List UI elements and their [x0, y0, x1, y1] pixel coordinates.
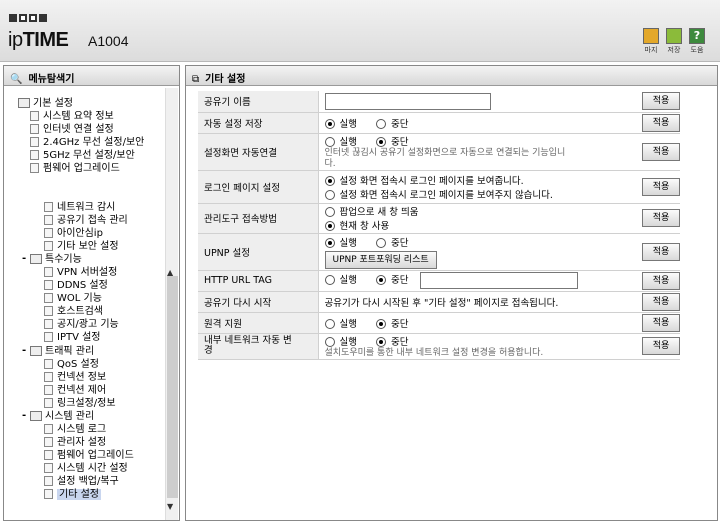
row-internal-network-auto: 내부 네트워크 자동 변 경 실행 중단 설치도우미를 통한 내부 네트워크 설… — [198, 333, 680, 360]
internal-auto-run-radio[interactable]: 실행 — [324, 334, 357, 348]
url-tag-run-radio[interactable]: 실행 — [324, 272, 357, 286]
menu-access-manage[interactable]: 공유기 접속 관리 — [44, 215, 128, 227]
row-upnp: UPNP 설정 실행 중단 UPNP 포트포워딩 리스트 적용 — [198, 233, 680, 271]
auto-save-run-radio[interactable]: 실행 — [324, 116, 357, 130]
settings-table: 공유기 이름 적용 자동 설정 저장 실행 중단 적용 설정화면 자동연결 실행… — [198, 91, 680, 360]
settings-header: ⧉ 기타 설정 — [186, 66, 717, 86]
save-button[interactable]: 저장 — [663, 28, 685, 55]
apply-button-restart[interactable]: 적용 — [642, 292, 680, 311]
save-icon — [666, 28, 682, 44]
menu-network-watch[interactable]: 네트워크 감시 — [44, 202, 115, 214]
collapse-system-icon[interactable]: - — [22, 410, 26, 421]
menu-notice-ad[interactable]: 공지/광고 기능 — [44, 319, 119, 331]
login-page-show-radio[interactable]: 설정 화면 접속시 로그인 페이지를 보여줍니다. — [324, 173, 635, 187]
menu-basic-settings[interactable]: 기본 설정 — [18, 98, 73, 110]
upnp-run-radio[interactable]: 실행 — [324, 235, 357, 249]
row-remote-support: 원격 지원 실행 중단 적용 — [198, 312, 680, 334]
apply-button-admin-access[interactable]: 적용 — [642, 209, 680, 227]
row-router-name: 공유기 이름 적용 — [198, 91, 680, 113]
apply-button-auto-connect[interactable]: 적용 — [642, 142, 680, 161]
menu-explorer-panel: 🔍 메뉴탐색기 기본 설정 시스템 요약 정보 인터넷 연결 설정 2.4GHz … — [3, 65, 180, 521]
menu-wireless-24[interactable]: 2.4GHz 무선 설정/보안 — [30, 137, 144, 149]
menu-system-group[interactable]: 시스템 관리 — [30, 411, 94, 423]
menu-link-setup[interactable]: 링크설정/정보 — [44, 398, 116, 410]
menu-wireless-5[interactable]: 5GHz 무선 설정/보안 — [30, 150, 135, 162]
menu-etc-security[interactable]: 기타 보안 설정 — [44, 241, 119, 253]
top-header: ipTIME A1004 마지 저장 ? 도움 — [0, 0, 720, 62]
logout-icon — [643, 28, 659, 44]
apply-button-router-name[interactable]: 적용 — [642, 92, 680, 111]
settings-panel: ⧉ 기타 설정 공유기 이름 적용 자동 설정 저장 실행 중단 적용 설정화면 … — [185, 65, 718, 521]
window-icon: ⧉ — [192, 73, 200, 85]
url-tag-input[interactable] — [419, 272, 578, 289]
row-auto-save: 자동 설정 저장 실행 중단 적용 — [198, 112, 680, 134]
menu-wol[interactable]: WOL 기능 — [44, 293, 102, 305]
row-login-page: 로그인 페이지 설정 설정 화면 접속시 로그인 페이지를 보여줍니다. 설정 … — [198, 170, 680, 204]
row-auto-connect: 설정화면 자동연결 실행 중단 인터넷 끊김시 공유기 설정화면으로 자동으로 … — [198, 133, 680, 171]
menu-connection-info[interactable]: 컨넥션 정보 — [44, 372, 106, 384]
menu-iptv[interactable]: IPTV 설정 — [44, 332, 101, 344]
scroll-down-icon[interactable]: ▼ — [167, 502, 173, 511]
window-squares-icon — [9, 14, 47, 22]
remote-support-stop-radio[interactable]: 중단 — [376, 316, 409, 330]
auto-connect-stop-radio[interactable]: 중단 — [376, 134, 409, 148]
help-button[interactable]: ? 도움 — [686, 28, 708, 55]
row-admin-access: 관리도구 접속방법 팝업으로 새 창 띄움 현재 창 사용 적용 — [198, 203, 680, 234]
menu-explorer-header: 🔍 메뉴탐색기 — [4, 66, 179, 86]
apply-button-remote-support[interactable]: 적용 — [642, 313, 680, 332]
menu-backup-restore[interactable]: 설정 백업/복구 — [44, 476, 119, 488]
restart-description: 공유기가 다시 시작된 후 "기타 설정" 페이지로 접속됩니다. — [318, 291, 634, 313]
model-name: A1004 — [88, 33, 129, 49]
apply-button-login-page[interactable]: 적용 — [642, 177, 680, 196]
row-http-url-tag: HTTP URL TAG 실행 중단 적용 — [198, 270, 680, 292]
menu-admin-setup[interactable]: 관리자 설정 — [44, 437, 106, 449]
menu-firmware-upgrade[interactable]: 펌웨어 업그레이드 — [44, 450, 134, 462]
remote-support-run-radio[interactable]: 실행 — [324, 316, 357, 330]
url-tag-stop-radio[interactable]: 중단 — [376, 272, 409, 286]
collapse-traffic-icon[interactable]: - — [22, 345, 26, 356]
router-name-input[interactable] — [324, 92, 491, 110]
menu-traffic-group[interactable]: 트래픽 관리 — [30, 346, 94, 358]
apply-button-upnp[interactable]: 적용 — [642, 242, 680, 261]
internal-auto-stop-radio[interactable]: 중단 — [376, 334, 409, 348]
menu-system-log[interactable]: 시스템 로그 — [44, 424, 106, 436]
auto-connect-run-radio[interactable]: 실행 — [324, 134, 357, 148]
menu-ddns[interactable]: DDNS 설정 — [44, 280, 108, 292]
admin-popup-radio[interactable]: 팝업으로 새 창 띄움 — [324, 204, 635, 218]
menu-vpn[interactable]: VPN 서버설정 — [44, 267, 117, 279]
menu-system-summary[interactable]: 시스템 요약 정보 — [30, 111, 114, 123]
upnp-port-forward-list-button[interactable]: UPNP 포트포워딩 리스트 — [324, 250, 437, 269]
help-icon: ? — [689, 28, 705, 44]
internal-auto-note: 설치도우미를 통한 내부 네트워크 설정 변경을 허용합니다. — [324, 347, 544, 358]
menu-internet-setup[interactable]: 인터넷 연결 설정 — [30, 124, 114, 136]
menu-iansim-ip[interactable]: 아이안심ip — [44, 228, 103, 240]
menu-firmware-basic[interactable]: 펌웨어 업그레이드 — [30, 163, 120, 175]
menu-etc-settings[interactable]: 기타 설정 — [44, 489, 101, 501]
logo: ipTIME — [8, 29, 69, 51]
scroll-up-icon[interactable]: ▲ — [167, 268, 173, 277]
magnifier-icon: 🔍 — [10, 73, 23, 85]
menu-system-time[interactable]: 시스템 시간 설정 — [44, 463, 128, 475]
apply-button-internal-auto[interactable]: 적용 — [642, 337, 680, 355]
logout-button[interactable]: 마지 — [640, 28, 662, 55]
menu-qos[interactable]: QoS 설정 — [44, 359, 99, 371]
menu-host-search[interactable]: 호스트검색 — [44, 306, 103, 318]
row-restart: 공유기 다시 시작 공유기가 다시 시작된 후 "기타 설정" 페이지로 접속됩… — [198, 291, 680, 313]
auto-connect-note: 인터넷 끊김시 공유기 설정화면으로 자동으로 연결되는 기능입니 — [324, 147, 566, 158]
auto-save-stop-radio[interactable]: 중단 — [376, 116, 409, 130]
upnp-stop-radio[interactable]: 중단 — [376, 235, 409, 249]
login-page-hide-radio[interactable]: 설정 화면 접속시 로그인 페이지를 보여주지 않습니다. — [324, 187, 635, 201]
scrollbar-thumb[interactable] — [167, 276, 178, 498]
apply-button-auto-save[interactable]: 적용 — [642, 113, 680, 132]
collapse-special-icon[interactable]: - — [22, 253, 26, 264]
apply-button-url-tag[interactable]: 적용 — [642, 271, 680, 290]
admin-current-window-radio[interactable]: 현재 창 사용 — [324, 218, 635, 232]
menu-special-group[interactable]: 특수기능 — [30, 254, 82, 266]
menu-connection-control[interactable]: 컨넥션 제어 — [44, 385, 106, 397]
sidebar-scrollbar[interactable]: ▲ ▼ — [165, 88, 178, 520]
page-title: 기타 설정 — [205, 74, 246, 85]
